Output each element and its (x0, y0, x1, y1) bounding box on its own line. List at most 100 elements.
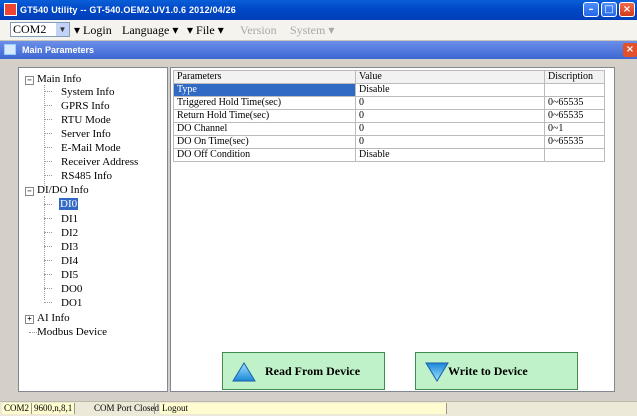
column-header-description[interactable]: Discription (544, 70, 605, 84)
collapse-icon[interactable]: − (25, 187, 34, 196)
maximize-icon: □ (604, 4, 614, 15)
collapse-icon[interactable]: − (25, 76, 34, 85)
table-header-row: Parameters Value Discription (173, 70, 605, 84)
param-name-cell[interactable]: DO On Time(sec) (173, 135, 356, 149)
chevron-down-icon[interactable]: ▼ (56, 23, 69, 36)
menu-version[interactable]: Version (240, 23, 277, 38)
read-button-label: Read From Device (265, 364, 361, 378)
write-to-device-button[interactable]: Write to Device (415, 352, 578, 390)
tree-connector (44, 105, 52, 106)
table-row[interactable]: Triggered Hold Time(sec) 0 0~65535 (173, 96, 605, 110)
close-button[interactable]: × (619, 2, 635, 17)
tree-node-rtu-mode[interactable]: RTU Mode (61, 114, 111, 126)
table-row[interactable]: DO Channel 0 0~1 (173, 122, 605, 136)
parameter-table: Parameters Value Discription Type Disabl… (173, 70, 605, 162)
tree-node-main-info[interactable]: Main Info (37, 73, 81, 85)
param-desc-cell: 0~1 (544, 122, 605, 136)
subwindow-close-button[interactable]: × (623, 43, 637, 57)
param-value-cell[interactable]: 0 (355, 135, 545, 149)
tree-node-di1[interactable]: DI1 (61, 213, 78, 225)
tree-connector (44, 147, 52, 148)
status-user: Logout (160, 403, 447, 414)
tree-node-server-info[interactable]: Server Info (61, 128, 111, 140)
menu-file[interactable]: ▾ File ▾ (187, 23, 224, 38)
tree-node-di0[interactable]: DI0 (59, 198, 79, 210)
tree-node-gprs-info[interactable]: GPRS Info (61, 100, 110, 112)
tree-connector (44, 119, 52, 120)
tree-connector (44, 218, 52, 219)
table-row[interactable]: DO On Time(sec) 0 0~65535 (173, 135, 605, 149)
menu-version-label: Version (240, 23, 277, 37)
tree-connector (44, 274, 52, 275)
param-desc-cell: 0~65535 (544, 109, 605, 123)
menu-bar: COM2 ▼ ▾ Login Language ▾ ▾ File ▾ Versi… (0, 20, 637, 41)
tree-node-system-info[interactable]: System Info (61, 86, 114, 98)
tree-node-ai-info[interactable]: AI Info (37, 312, 70, 324)
tree-node-modbus-device[interactable]: Modbus Device (37, 326, 107, 338)
subwindow-title-bar[interactable]: Main Parameters × (0, 41, 637, 59)
param-value-cell[interactable]: 0 (355, 96, 545, 110)
tree-connector (44, 91, 52, 92)
param-value-cell[interactable]: Disable (355, 83, 545, 97)
menu-language-label: Language (122, 23, 170, 37)
tree-connector (29, 332, 37, 333)
tree-connector (44, 246, 52, 247)
tree-node-receiver-address[interactable]: Receiver Address (61, 156, 138, 168)
menu-system[interactable]: System ▾ (290, 23, 334, 38)
tree-node-do0[interactable]: DO0 (61, 283, 82, 295)
upload-triangle-icon (232, 362, 256, 382)
maximize-button[interactable]: □ (601, 2, 617, 17)
close-icon: × (625, 44, 635, 55)
read-from-device-button[interactable]: Read From Device (222, 352, 385, 390)
subwindow-title: Main Parameters (22, 45, 95, 55)
column-header-value[interactable]: Value (355, 70, 545, 84)
param-value-cell[interactable]: 0 (355, 109, 545, 123)
status-port: COM2 (2, 403, 33, 414)
param-name-cell[interactable]: DO Channel (173, 122, 356, 136)
status-bar: COM2 9600,n,8,1 COM Port Closed Logout (0, 401, 637, 416)
com-port-value: COM2 (13, 22, 47, 36)
parameter-panel: Parameters Value Discription Type Disabl… (170, 67, 615, 392)
param-name-cell[interactable]: Type (173, 83, 356, 97)
table-row[interactable]: Type Disable (173, 83, 605, 97)
tree-node-rs485-info[interactable]: RS485 Info (61, 170, 112, 182)
menu-system-label: System (290, 23, 326, 37)
tree-connector (44, 85, 45, 188)
tree-connector (44, 196, 45, 300)
subwindow-icon (4, 44, 16, 55)
tree-node-dido-info[interactable]: DI/DO Info (37, 184, 89, 196)
column-header-parameters[interactable]: Parameters (173, 70, 356, 84)
tree-node-do1[interactable]: DO1 (61, 297, 82, 309)
tree-connector (44, 133, 52, 134)
param-name-cell[interactable]: Return Hold Time(sec) (173, 109, 356, 123)
window-title: GT540 Utility -- GT-540.OEM2.UV1.0.6 201… (20, 5, 236, 15)
close-icon: × (622, 4, 632, 15)
tree-node-di4[interactable]: DI4 (61, 255, 78, 267)
tree-node-email-mode[interactable]: E-Mail Mode (61, 142, 121, 154)
param-value-cell[interactable]: Disable (355, 148, 545, 162)
minimize-icon: – (588, 4, 594, 15)
status-connection: COM Port Closed (94, 403, 160, 414)
download-triangle-icon (425, 362, 449, 382)
com-port-select[interactable]: COM2 ▼ (10, 22, 70, 37)
table-row[interactable]: DO Off Condition Disable (173, 148, 605, 162)
param-name-cell[interactable]: Triggered Hold Time(sec) (173, 96, 356, 110)
menu-login[interactable]: ▾ Login (74, 23, 112, 38)
param-name-cell[interactable]: DO Off Condition (173, 148, 356, 162)
tree-connector (44, 161, 52, 162)
tree-node-di2[interactable]: DI2 (61, 227, 78, 239)
app-window: GT540 Utility -- GT-540.OEM2.UV1.0.6 201… (0, 0, 637, 416)
write-button-label: Write to Device (448, 364, 528, 378)
title-bar[interactable]: GT540 Utility -- GT-540.OEM2.UV1.0.6 201… (0, 0, 637, 20)
tree-node-di5[interactable]: DI5 (61, 269, 78, 281)
param-value-cell[interactable]: 0 (355, 122, 545, 136)
menu-language[interactable]: Language ▾ (122, 23, 178, 38)
expand-icon[interactable]: + (25, 315, 34, 324)
tree-node-di3[interactable]: DI3 (61, 241, 78, 253)
minimize-button[interactable]: – (583, 2, 599, 17)
param-desc-cell: 0~65535 (544, 135, 605, 149)
app-icon (4, 3, 17, 16)
tree-connector (44, 302, 52, 303)
param-desc-cell (544, 148, 605, 162)
table-row[interactable]: Return Hold Time(sec) 0 0~65535 (173, 109, 605, 123)
